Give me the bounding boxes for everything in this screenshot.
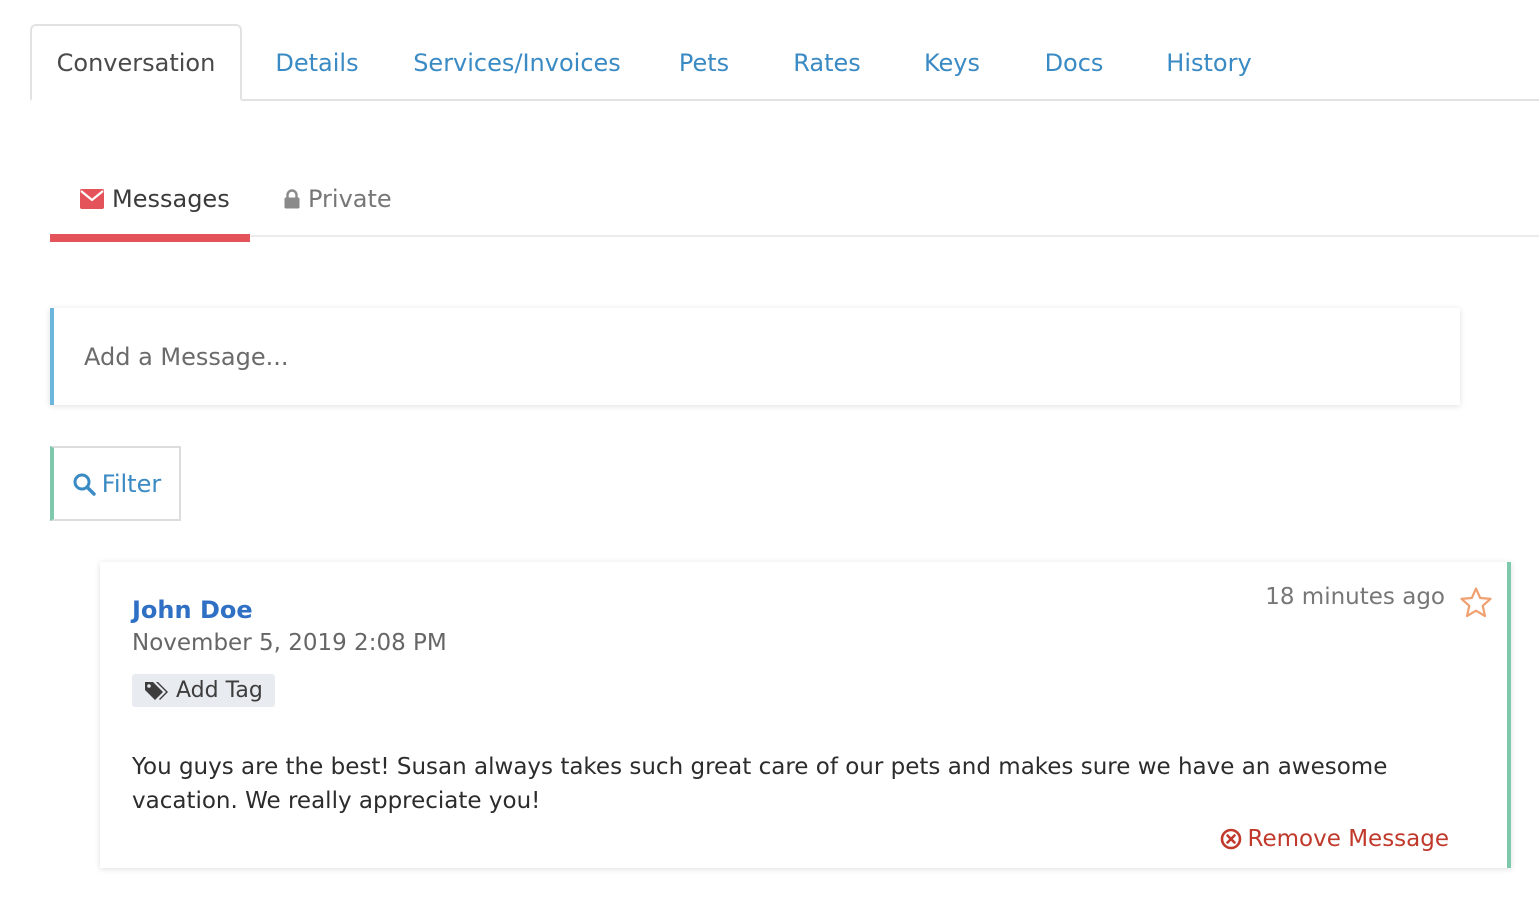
tab-label: Pets: [678, 48, 730, 77]
tab-services-invoices[interactable]: Services/Invoices: [402, 24, 632, 101]
main-tabs: Conversation Details Services/Invoices P…: [0, 0, 1539, 101]
filter-button[interactable]: Filter: [50, 446, 181, 521]
star-outline-icon[interactable]: [1459, 586, 1493, 620]
lock-icon: [284, 189, 300, 209]
subtab-private[interactable]: Private: [284, 160, 392, 238]
filter-label: Filter: [101, 469, 162, 498]
tab-docs[interactable]: Docs: [1026, 24, 1122, 101]
close-circle-icon: [1220, 828, 1242, 850]
tab-label: Services/Invoices: [413, 48, 621, 77]
remove-message-button[interactable]: Remove Message: [1220, 826, 1449, 852]
add-tag-button[interactable]: Add Tag: [132, 674, 275, 707]
add-tag-label: Add Tag: [176, 678, 263, 703]
tab-conversation[interactable]: Conversation: [30, 24, 242, 101]
message-date: November 5, 2019 2:08 PM: [132, 630, 447, 656]
message-card: John Doe November 5, 2019 2:08 PM Add Ta…: [100, 562, 1511, 868]
tab-details[interactable]: Details: [262, 24, 372, 101]
subtab-messages[interactable]: Messages: [80, 160, 230, 238]
tab-pets[interactable]: Pets: [662, 24, 746, 101]
tags-icon: [144, 681, 170, 701]
tab-label: Details: [275, 48, 359, 77]
tab-keys[interactable]: Keys: [906, 24, 998, 101]
tab-label: History: [1166, 48, 1252, 77]
tab-rates[interactable]: Rates: [776, 24, 878, 101]
tab-label: Rates: [793, 48, 861, 77]
envelope-icon: [80, 189, 104, 209]
tab-label: Keys: [923, 48, 980, 77]
tab-label: Conversation: [56, 48, 216, 77]
compose-box: [50, 308, 1460, 405]
message-body: You guys are the best! Susan always take…: [132, 754, 1388, 814]
tab-history[interactable]: History: [1150, 24, 1268, 101]
message-author[interactable]: John Doe: [132, 596, 253, 624]
message-input[interactable]: [54, 308, 1460, 405]
conversation-subtabs: Messages Private: [50, 160, 1539, 244]
message-time-ago: 18 minutes ago: [1265, 584, 1445, 610]
remove-message-label: Remove Message: [1247, 826, 1449, 852]
tab-label: Docs: [1044, 48, 1104, 77]
subtabs-divider: [50, 235, 1539, 237]
active-subtab-indicator: [50, 234, 250, 242]
subtab-private-label: Private: [308, 185, 392, 213]
search-icon: [72, 472, 96, 496]
subtab-messages-label: Messages: [112, 185, 230, 213]
